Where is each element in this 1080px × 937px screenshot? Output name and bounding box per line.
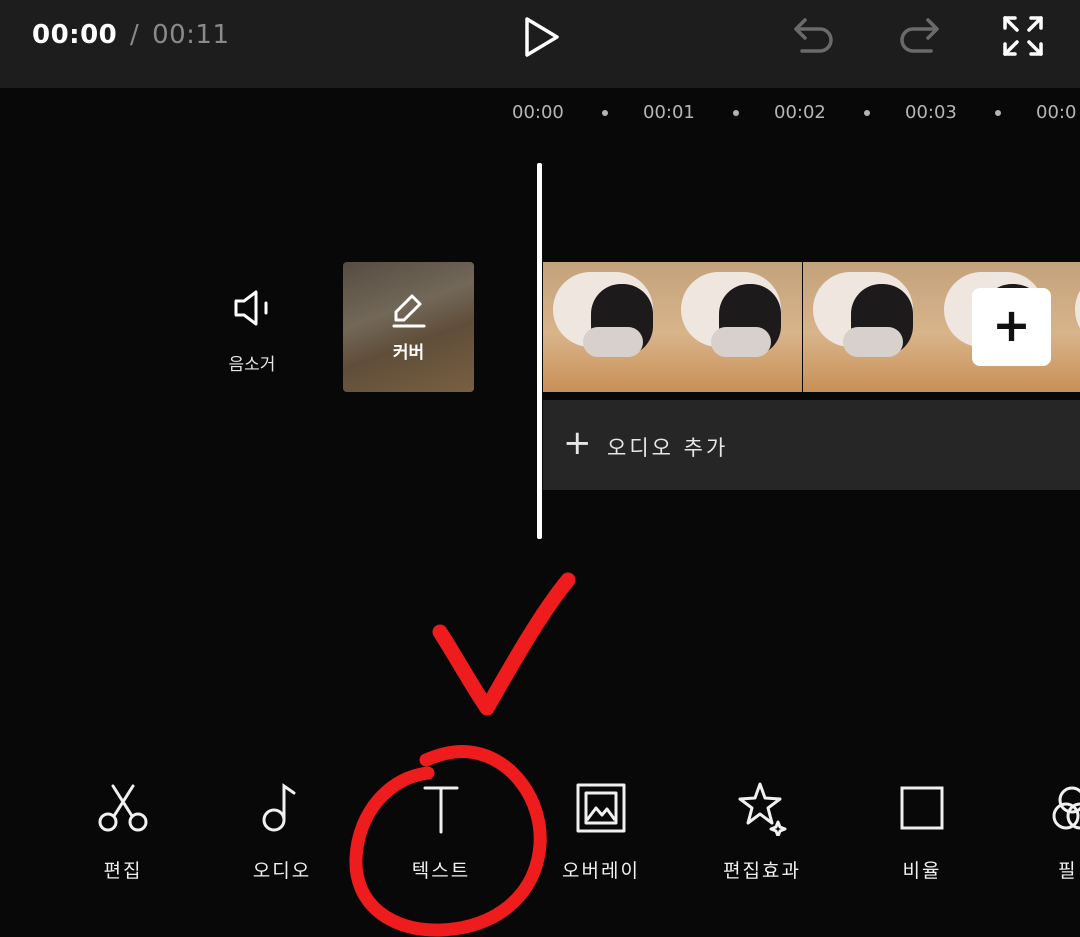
annotation-overlay xyxy=(349,572,576,937)
red-checkmark-annotation xyxy=(432,572,576,716)
red-circle-annotation xyxy=(349,745,547,937)
